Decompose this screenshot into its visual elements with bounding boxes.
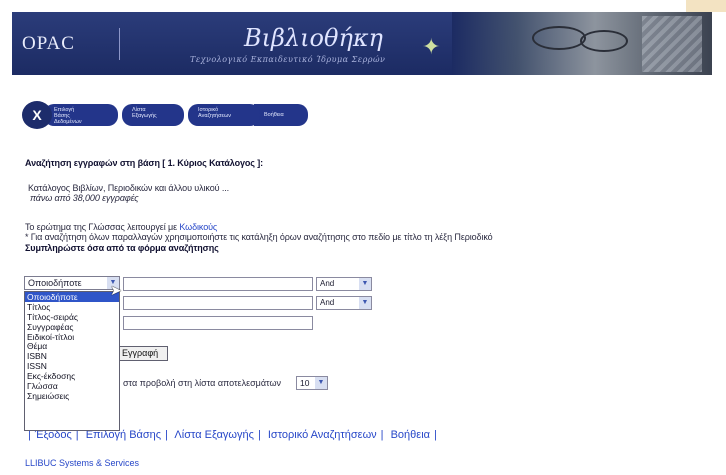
results-per-page-value: 10 (300, 378, 310, 388)
dropdown-option[interactable]: Συγγραφέας (25, 322, 119, 332)
opac-logo: OPAC (22, 28, 120, 60)
language-info: Το ερώτημα της Γλώσσας λειτουργεί με Κωδ… (25, 222, 217, 232)
corner-decoration (686, 0, 726, 12)
dropdown-option[interactable]: Ειδικοί-τίτλοι (25, 332, 119, 342)
footer-link-help[interactable]: Βοήθεια (391, 429, 430, 441)
search-term-input-2[interactable] (123, 296, 313, 310)
tab-help-label: Βοήθεια (264, 112, 284, 118)
tab-help[interactable]: Βοήθεια (254, 104, 308, 126)
search-term-input-3[interactable] (123, 316, 313, 330)
tab-select-database[interactable]: Επιλογή Βάσης Δεδομένων (44, 104, 118, 126)
footer-link-export-list[interactable]: Λίστα Εξαγωγής (174, 429, 254, 441)
fill-form-instruction: Συμπληρώστε όσα από τα φόρμα αναζήτησης (25, 243, 219, 253)
dropdown-arrow-icon[interactable]: ▼ (315, 377, 327, 389)
dropdown-option[interactable]: Τίτλος (25, 302, 119, 312)
dropdown-option[interactable]: Θέμα (25, 341, 119, 352)
book-image (642, 16, 702, 72)
tab-select-database-line3: Δεδομένων (54, 119, 82, 125)
vendor-credit[interactable]: LLIBUC Systems & Services (25, 458, 139, 468)
star-icon: ✦ (422, 34, 441, 59)
operator-select-2-value: And (320, 298, 335, 307)
footer-separator: | (165, 429, 168, 441)
truncation-info: * Για αναζήτηση όλων παραλλαγών χρησιμοπ… (25, 232, 493, 242)
catalog-description: Κατάλογος Βιβλίων, Περιοδικών και άλλου … (28, 183, 230, 193)
search-term-input-1[interactable] (123, 277, 313, 291)
operator-select-1-value: And (320, 279, 335, 288)
tab-search-history-line2: Αναζητήσεων (198, 113, 232, 119)
operator-select-2[interactable]: And ▼ (316, 296, 372, 310)
codes-link[interactable]: Κωδικούς (179, 222, 217, 232)
dropdown-option[interactable]: Σημειώσεις (25, 391, 119, 401)
institution-subtitle: Τεχνολογικό Εκπαιδευτικό Ίδρυμα Σερρών (190, 55, 386, 64)
tab-export-list[interactable]: Λίστα Εξαγωγής (122, 104, 184, 126)
dropdown-option[interactable]: Οποιοδήποτε (25, 292, 119, 302)
footer-link-search-history[interactable]: Ιστορικό Αναζητήσεων (268, 429, 377, 441)
footer-separator: | (380, 429, 384, 441)
results-per-page-label: στα προβολή στη λίστα αποτελεσμάτων (123, 378, 281, 388)
dropdown-option[interactable]: Τίτλος-σειράς (25, 312, 119, 322)
field-select-value: Οποιοδήποτε (28, 278, 82, 288)
footer-separator: | (434, 429, 437, 441)
operator-select-1[interactable]: And ▼ (316, 277, 372, 291)
nav-tabs: Βοήθεια Ιστορικό Αναζητήσεων Λίστα Εξαγω… (22, 100, 308, 130)
dropdown-option[interactable]: ISSN (25, 361, 119, 371)
close-icon[interactable]: X (22, 101, 52, 129)
mouse-cursor-icon: ➤ (110, 282, 122, 298)
glasses-icon (532, 26, 586, 50)
banner-photo (452, 12, 712, 75)
glasses-lens-icon (580, 30, 628, 52)
dropdown-option[interactable]: Εκς-έκδοσης (25, 371, 119, 381)
field-dropdown-list[interactable]: Οποιοδήποτε Τίτλος Τίτλος-σειράς Συγγραφ… (24, 291, 120, 431)
library-title: Βιβλιοθήκη (244, 24, 383, 52)
footer-separator: | (257, 429, 261, 441)
field-select[interactable]: Οποιοδήποτε ▼ (24, 276, 120, 290)
tab-export-list-line2: Εξαγωγής (132, 113, 157, 119)
dropdown-arrow-icon[interactable]: ▼ (359, 297, 371, 309)
submit-search-button[interactable]: Εγγραφή (118, 346, 168, 361)
dropdown-option[interactable]: Γλώσσα (25, 381, 119, 391)
tab-search-history[interactable]: Ιστορικό Αναζητήσεων (188, 104, 260, 126)
header-banner: OPAC Βιβλιοθήκη Τεχνολογικό Εκπαιδευτικό… (12, 12, 712, 75)
search-heading: Αναζήτηση εγγραφών στη βάση [ 1. Κύριος … (25, 158, 264, 168)
dropdown-option[interactable]: ISBN (25, 351, 119, 361)
results-per-page-select[interactable]: 10 ▼ (296, 376, 328, 390)
dropdown-arrow-icon[interactable]: ▼ (359, 278, 371, 290)
catalog-record-count: πάνω από 38,000 εγγραφές (30, 193, 139, 203)
language-info-text: Το ερώτημα της Γλώσσας λειτουργεί με (25, 222, 180, 232)
